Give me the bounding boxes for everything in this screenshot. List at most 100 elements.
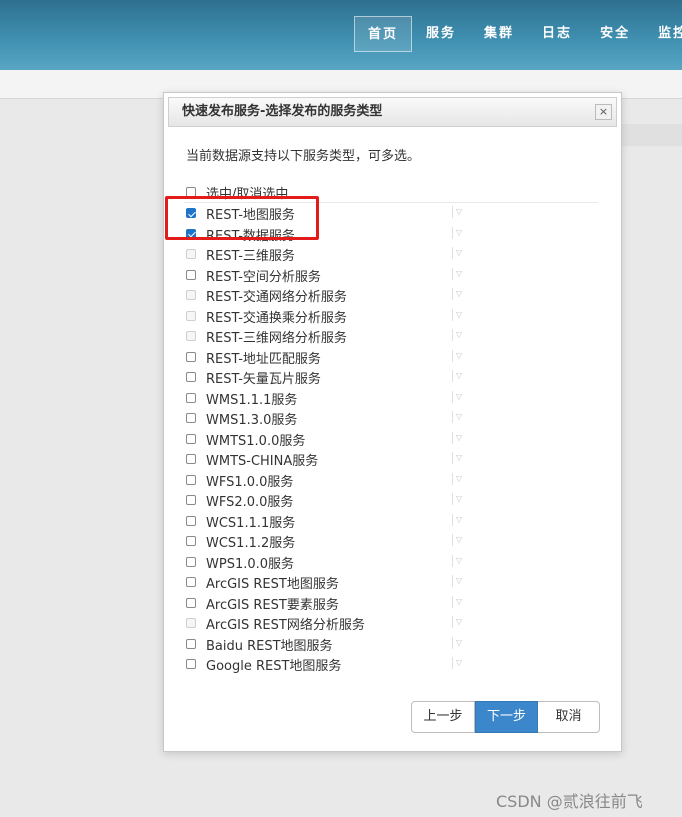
dialog-description: 当前数据源支持以下服务类型，可多选。 [186,149,421,164]
service-checkbox[interactable] [186,495,196,505]
service-checkbox[interactable] [186,392,196,403]
service-label: REST-交通换乘分析服务 [206,310,347,326]
dialog-header: 快速发布服务-选择发布的服务类型 × [168,97,617,127]
main-nav: 首页 服务 集群 日志 安全 监控 [354,16,682,52]
nav-cluster[interactable]: 集群 [470,16,528,52]
service-row: REST-交通换乘分析服务 ▽ [184,306,598,327]
service-label: ArcGIS REST网络分析服务 [206,618,365,633]
nav-monitor[interactable]: 监控 [644,16,682,52]
chevron-down-icon[interactable]: ▽ [452,370,465,382]
service-checkbox[interactable] [186,351,196,362]
service-row[interactable]: REST-矢量瓦片服务 ▽ [184,367,598,388]
service-checkbox [186,249,196,259]
chevron-down-icon[interactable]: ▽ [452,595,465,608]
chevron-down-icon[interactable]: ▽ [452,390,465,403]
service-checkbox [186,331,196,341]
service-checkbox[interactable] [186,536,196,546]
service-label: WFS1.0.0服务 [206,474,294,490]
service-row[interactable]: ArcGIS REST地图服务 ▽ [184,572,598,593]
service-row[interactable]: WMS1.1.1服务 ▽ [184,388,598,409]
next-step-button[interactable]: 下一步 [475,701,538,733]
service-checkbox[interactable] [186,372,196,382]
nav-security[interactable]: 安全 [586,16,644,52]
service-row: ArcGIS REST网络分析服务 ▽ [184,613,598,634]
service-row[interactable]: ArcGIS REST要素服务 ▽ [184,593,598,614]
service-checkbox [186,618,196,628]
chevron-down-icon[interactable]: ▽ [452,329,465,341]
nav-services[interactable]: 服务 [412,16,470,52]
nav-home[interactable]: 首页 [354,16,413,52]
service-row[interactable]: WPS1.0.0服务 ▽ [184,552,598,573]
service-checkbox[interactable] [186,515,196,526]
chevron-down-icon[interactable]: ▽ [452,493,465,505]
service-row[interactable]: Baidu REST地图服务 ▽ [184,634,598,655]
dialog-title: 快速发布服务-选择发布的服务类型 [182,104,383,119]
service-label: REST-三维网络分析服务 [206,331,347,346]
chevron-down-icon[interactable]: ▽ [452,226,465,239]
chevron-down-icon[interactable]: ▽ [452,554,465,567]
chevron-down-icon[interactable]: ▽ [452,452,465,464]
service-checkbox[interactable] [186,577,196,587]
service-row[interactable]: WCS1.1.1服务 ▽ [184,511,598,532]
chevron-down-icon[interactable]: ▽ [452,267,465,280]
background-table-header [620,124,682,146]
chevron-down-icon[interactable]: ▽ [452,575,465,587]
service-label: Google REST地图服务 [206,659,342,674]
service-row[interactable]: WMS1.3.0服务 ▽ [184,408,598,429]
chevron-down-icon[interactable]: ▽ [452,411,465,423]
service-label: WMS1.1.1服务 [206,392,298,408]
chevron-down-icon[interactable]: ▽ [452,616,465,628]
close-icon[interactable]: × [595,104,612,120]
service-checkbox[interactable] [186,638,196,649]
service-row[interactable]: WCS1.1.2服务 ▽ [184,531,598,552]
prev-step-button[interactable]: 上一步 [411,701,475,733]
service-row: REST-三维服务 ▽ [184,244,598,265]
service-row[interactable]: WFS1.0.0服务 ▽ [184,470,598,491]
service-checkbox[interactable] [186,556,196,567]
service-label: Baidu REST地图服务 [206,638,333,654]
service-label: WCS1.1.2服务 [206,536,296,551]
service-row[interactable]: Google REST地图服务 ▽ [184,654,598,675]
chevron-down-icon[interactable]: ▽ [452,431,465,444]
service-label: REST-三维服务 [206,249,295,264]
service-label: ArcGIS REST地图服务 [206,577,339,592]
chevron-down-icon[interactable]: ▽ [452,247,465,259]
service-checkbox[interactable] [186,269,196,280]
service-checkbox[interactable] [186,413,196,423]
dialog-buttons: 上一步 下一步 取消 [411,701,600,733]
service-checkbox[interactable] [186,433,196,444]
service-label: WCS1.1.1服务 [206,515,296,531]
chevron-down-icon[interactable]: ▽ [452,472,465,485]
chevron-down-icon[interactable]: ▽ [452,206,465,218]
publish-service-dialog: 快速发布服务-选择发布的服务类型 × 当前数据源支持以下服务类型，可多选。 选中… [163,92,622,752]
service-label: REST-空间分析服务 [206,269,321,285]
service-label: REST-地址匹配服务 [206,351,321,367]
service-checkbox[interactable] [186,454,196,464]
service-row[interactable]: WMTS1.0.0服务 ▽ [184,429,598,450]
service-label: REST-交通网络分析服务 [206,290,347,305]
service-label: WFS2.0.0服务 [206,495,294,510]
service-type-list: 选中/取消选中 REST-地图服务 ▽ REST-数据服务 ▽ REST-三维服务 ▽ RE… [184,182,598,675]
service-checkbox[interactable] [186,474,196,485]
chevron-down-icon[interactable]: ▽ [452,513,465,526]
service-label: ArcGIS REST要素服务 [206,597,339,613]
service-label: WMTS-CHINA服务 [206,454,319,469]
service-label: REST-矢量瓦片服务 [206,372,321,387]
chevron-down-icon[interactable]: ▽ [452,636,465,649]
watermark: CSDN @贰浪往前飞 [496,792,643,811]
service-row[interactable]: WFS2.0.0服务 ▽ [184,490,598,511]
service-checkbox [186,290,196,300]
chevron-down-icon[interactable]: ▽ [452,534,465,546]
nav-logs[interactable]: 日志 [528,16,586,52]
service-checkbox[interactable] [186,597,196,608]
chevron-down-icon[interactable]: ▽ [452,288,465,300]
service-row[interactable]: WMTS-CHINA服务 ▽ [184,449,598,470]
highlight-annotation-box [165,196,319,240]
service-checkbox[interactable] [186,659,196,669]
chevron-down-icon[interactable]: ▽ [452,349,465,362]
chevron-down-icon[interactable]: ▽ [452,657,465,669]
service-row[interactable]: REST-地址匹配服务 ▽ [184,347,598,368]
chevron-down-icon[interactable]: ▽ [452,308,465,321]
service-row[interactable]: REST-空间分析服务 ▽ [184,265,598,286]
cancel-button[interactable]: 取消 [538,701,600,733]
